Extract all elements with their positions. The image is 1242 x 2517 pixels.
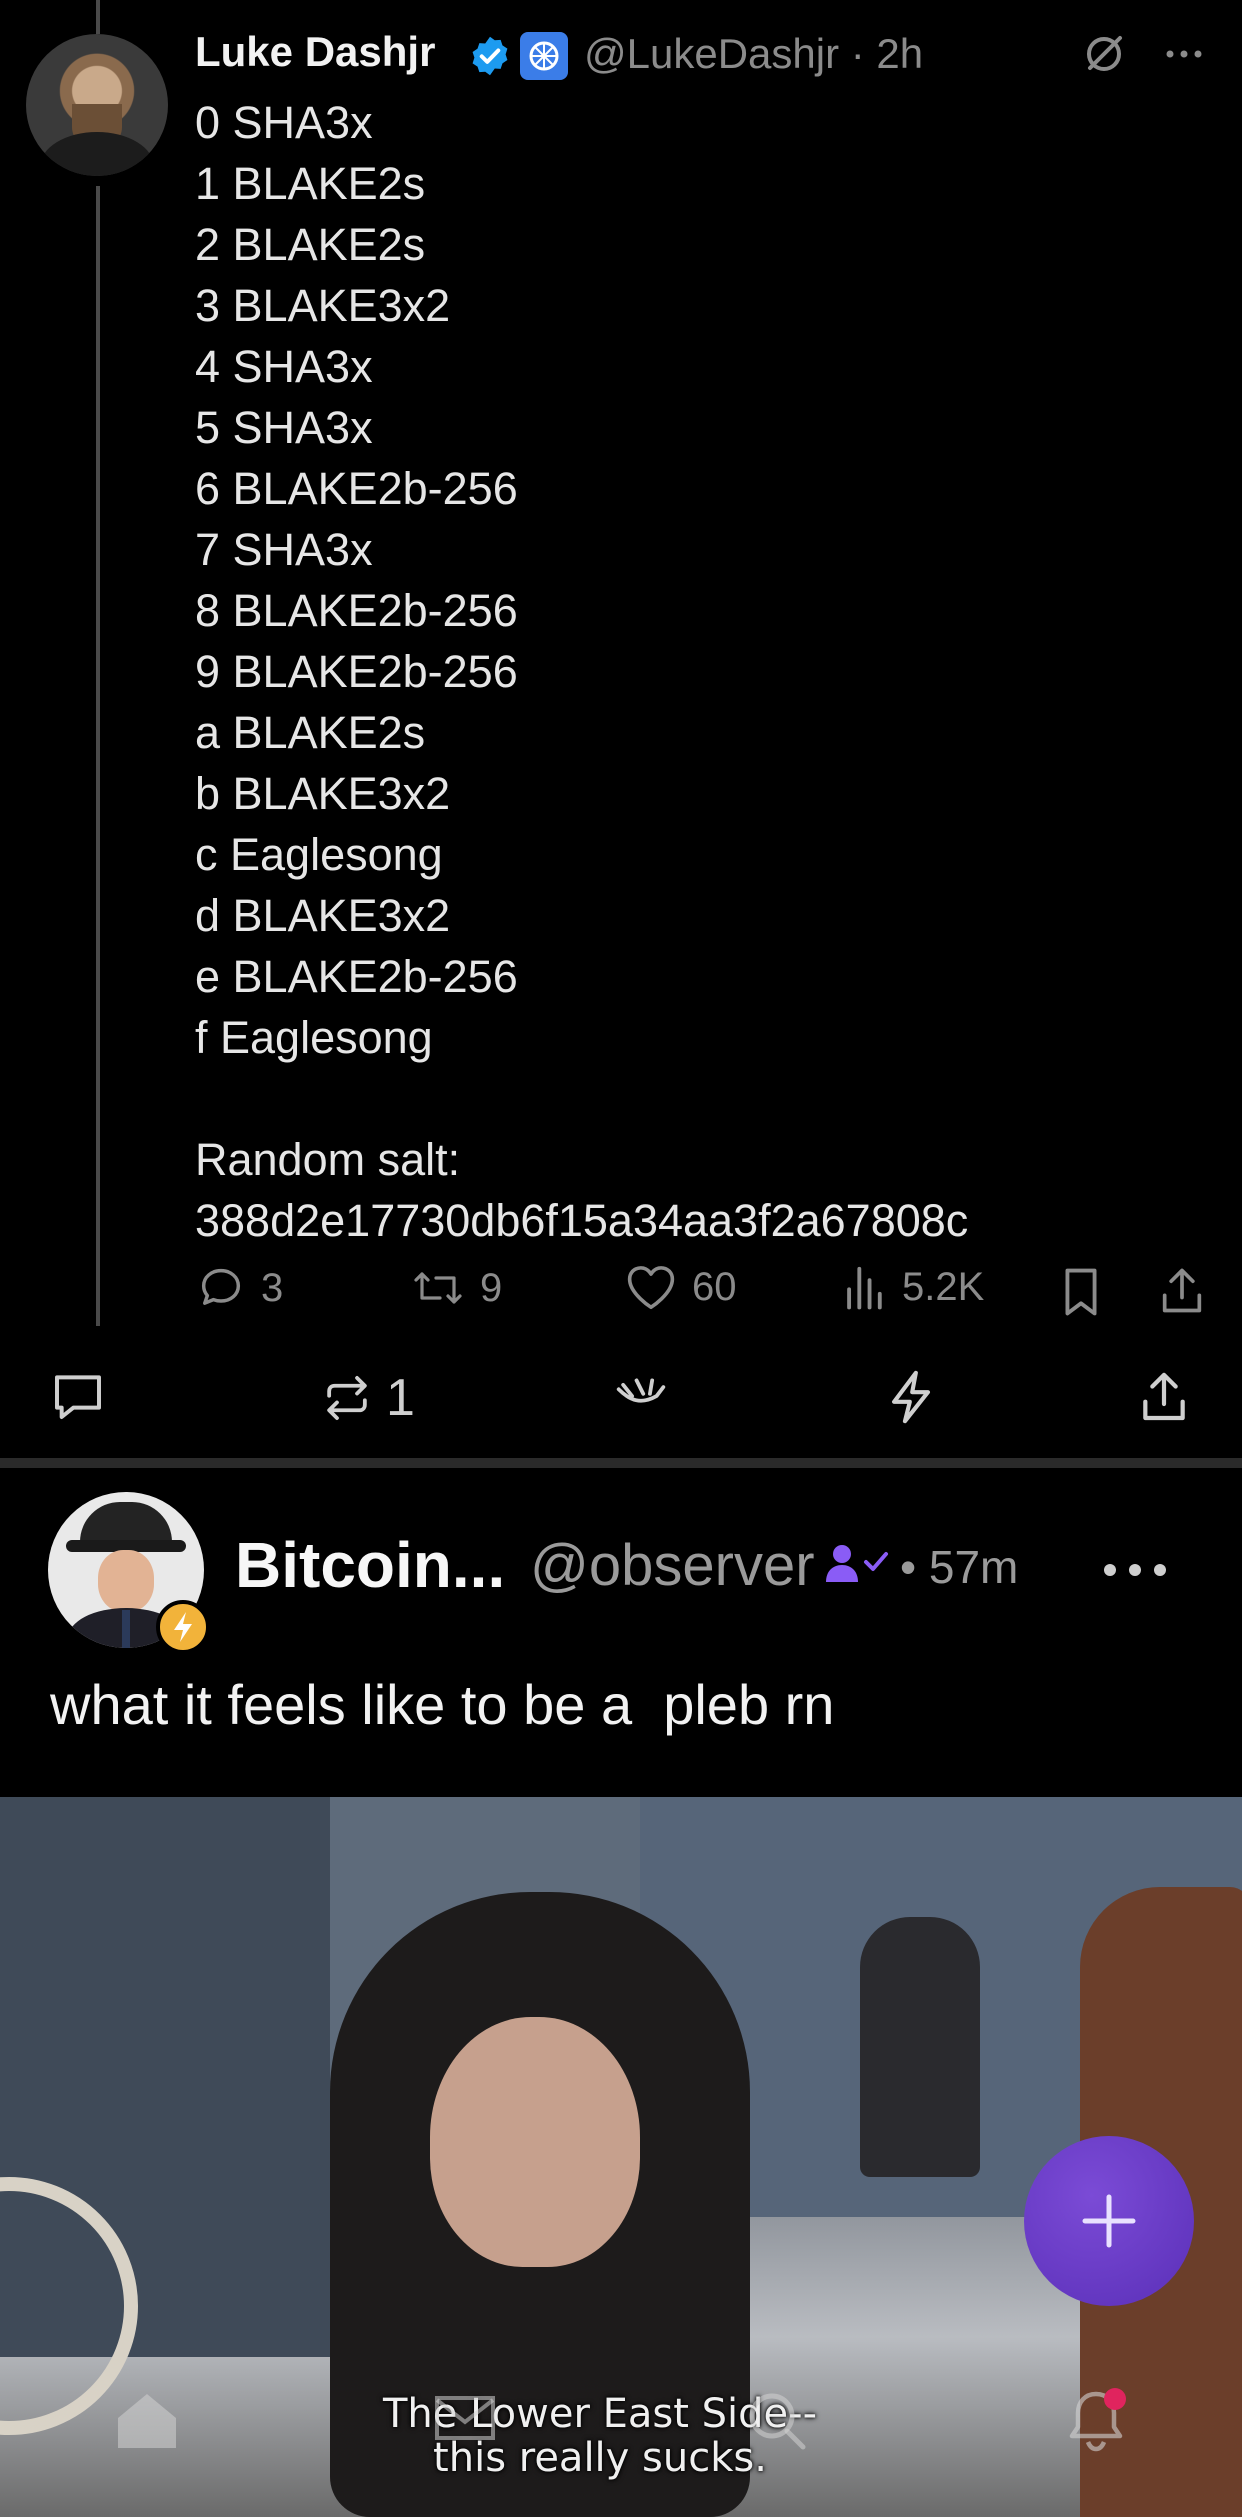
repost-button[interactable]: 9: [410, 1262, 502, 1314]
post-line: 7 SHA3x: [195, 524, 373, 575]
notification-dot: [1104, 2388, 1126, 2410]
like-count: 60: [692, 1264, 737, 1309]
avatar[interactable]: [26, 34, 168, 176]
lightning-badge-icon: [156, 1600, 210, 1654]
post-line: 6 BLAKE2b-256: [195, 463, 518, 514]
post-line: 8 BLAKE2b-256: [195, 585, 518, 636]
post-time: • 57m: [900, 1541, 1019, 1593]
post-line: 4 SHA3x: [195, 341, 373, 392]
share-upload-icon: [1136, 1368, 1192, 1426]
feed-divider: [0, 1458, 1242, 1468]
thread-line: [96, 186, 100, 1326]
repost-arrows-icon: [410, 1262, 466, 1314]
views-button[interactable]: 5.2K: [842, 1262, 984, 1312]
bottom-nav: [0, 2360, 1242, 2517]
affiliation-badge-icon: [520, 32, 568, 80]
post-line: e BLAKE2b-256: [195, 951, 518, 1002]
author-name[interactable]: Luke Dashjr: [195, 28, 435, 76]
post-line: 1 BLAKE2s: [195, 158, 426, 209]
thread-line-top: [96, 0, 100, 34]
reply-button[interactable]: 3: [195, 1262, 283, 1314]
post-line: 3 BLAKE3x2: [195, 280, 451, 331]
post-line: a BLAKE2s: [195, 707, 426, 758]
salt-value: 388d2e17730db6f15a34aa3f2a67808c: [195, 1195, 969, 1246]
compose-button[interactable]: [1024, 2136, 1194, 2306]
zap-button[interactable]: [884, 1368, 938, 1426]
post-line: f Eaglesong: [195, 1012, 433, 1063]
post-body: 0 SHA3x 1 BLAKE2s 2 BLAKE2s 3 BLAKE3x2 4…: [195, 92, 1175, 1251]
quote-repost-button[interactable]: 1: [318, 1368, 415, 1428]
repost-count: 9: [480, 1265, 503, 1310]
bookmark-icon[interactable]: [1058, 1266, 1104, 1318]
lightning-icon: [884, 1368, 938, 1426]
post-line: b BLAKE3x2: [195, 768, 451, 819]
comment-button[interactable]: [50, 1368, 106, 1424]
share-upload-icon[interactable]: [1156, 1264, 1208, 1318]
bar-chart-icon: [842, 1262, 888, 1312]
more-options-icon[interactable]: [1100, 1550, 1170, 1590]
views-count: 5.2K: [902, 1264, 985, 1309]
repost-arrows-icon: [318, 1370, 376, 1426]
envelope-icon[interactable]: [432, 2388, 498, 2448]
verified-badge-icon: [468, 34, 512, 78]
post-line: d BLAKE3x2: [195, 890, 451, 941]
post-line: 0 SHA3x: [195, 97, 373, 148]
speech-square-icon: [50, 1368, 106, 1424]
author-handle[interactable]: @observer: [530, 1532, 815, 1599]
handle-and-time[interactable]: @LukeDashjr · 2h: [584, 30, 923, 78]
like-button[interactable]: 60: [624, 1262, 737, 1312]
search-icon[interactable]: [744, 2388, 810, 2454]
react-button[interactable]: [612, 1368, 670, 1424]
post-line: 2 BLAKE2s: [195, 219, 426, 270]
home-icon[interactable]: [112, 2388, 182, 2452]
post-line: 9 BLAKE2b-256: [195, 646, 518, 697]
post-text: what it feels like to be a pleb rn: [50, 1673, 835, 1736]
share-button[interactable]: [1136, 1368, 1192, 1426]
plus-icon: [1077, 2189, 1141, 2253]
post-line: 5 SHA3x: [195, 402, 373, 453]
more-options-icon[interactable]: [1160, 30, 1208, 78]
author-name[interactable]: Bitcoin...: [235, 1528, 505, 1602]
user-check-icon: [824, 1542, 890, 1586]
salt-label: Random salt:: [195, 1134, 461, 1185]
speech-bubble-icon: [195, 1262, 247, 1314]
post-line: c Eaglesong: [195, 829, 443, 880]
reply-count: 3: [261, 1265, 284, 1310]
quote-repost-count: 1: [386, 1369, 415, 1427]
slash-circle-icon[interactable]: [1080, 30, 1128, 78]
hand-icon: [612, 1368, 670, 1424]
heart-icon: [624, 1262, 678, 1312]
